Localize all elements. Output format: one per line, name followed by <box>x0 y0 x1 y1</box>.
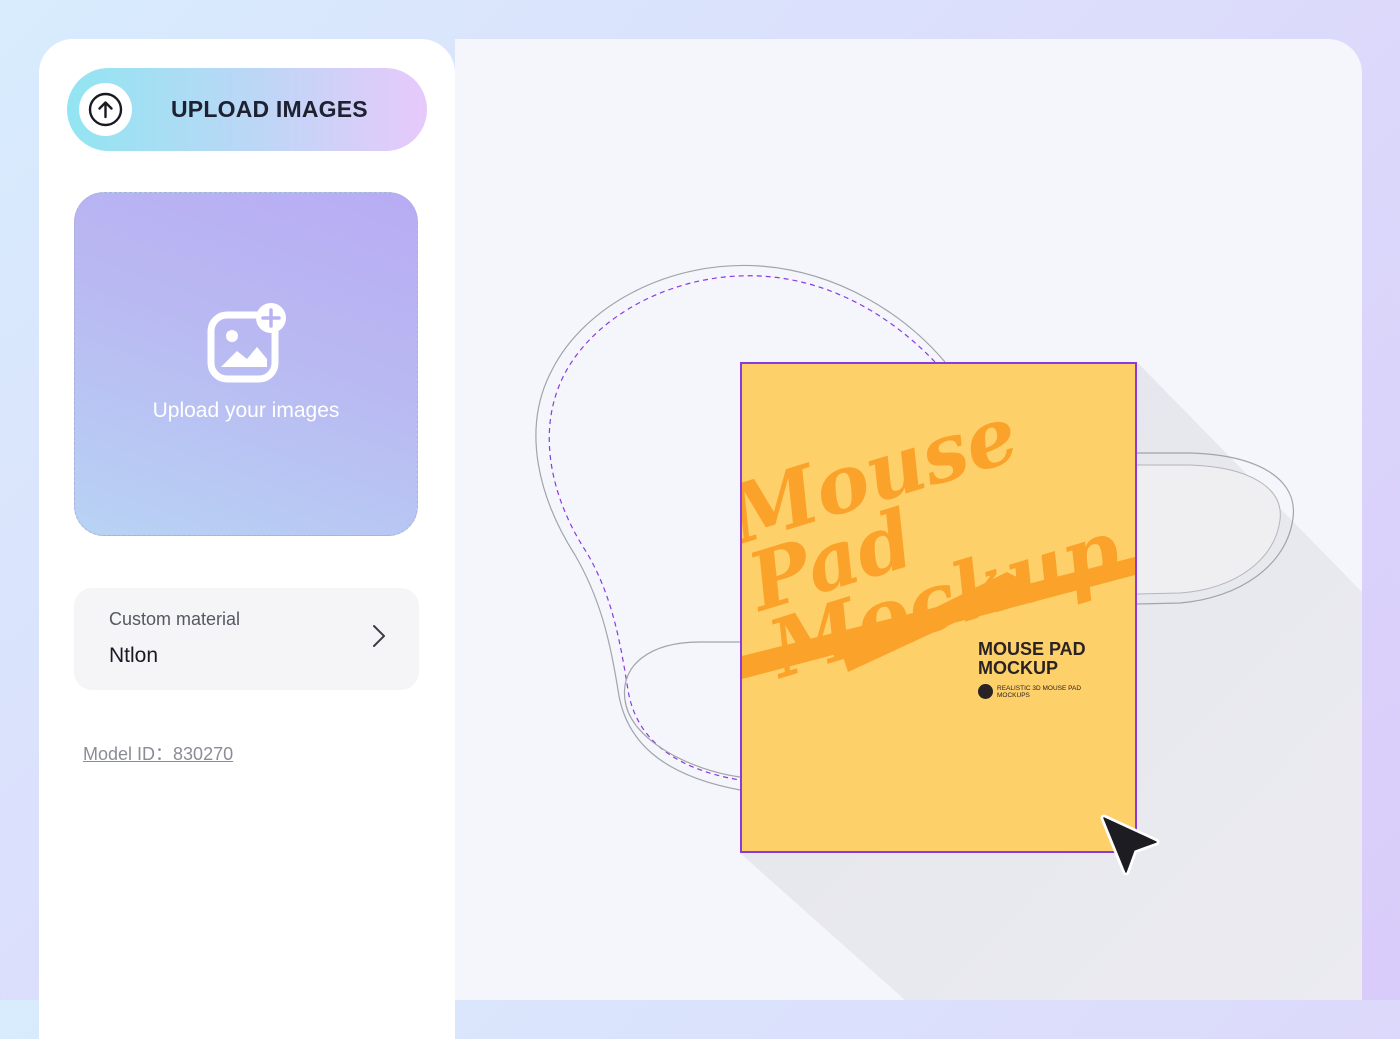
artwork-preview[interactable]: Mouse Pad Mockup MOUSE PAD MOCKUP REALIS… <box>740 362 1137 853</box>
image-dropzone[interactable]: Upload your images <box>74 192 418 536</box>
material-value: Ntlon <box>109 644 159 667</box>
pointer-cursor-icon <box>1100 814 1160 876</box>
model-id-value: 830270 <box>173 744 234 764</box>
image-plus-icon <box>207 303 286 383</box>
upload-images-label: UPLOAD IMAGES <box>171 96 368 122</box>
artwork-tagline: REALISTIC 3D MOUSE PAD MOCKUPS <box>997 684 1082 699</box>
arrow-up-circle-icon <box>88 92 123 127</box>
model-id-link[interactable]: Model ID：830270 <box>83 740 233 766</box>
upload-images-button[interactable]: UPLOAD IMAGES <box>67 68 427 151</box>
dropzone-text: Upload your images <box>152 399 340 422</box>
custom-material-selector[interactable]: Custom material Ntlon <box>74 588 419 690</box>
model-id-label: Model ID： <box>83 744 174 764</box>
chevron-right-icon <box>373 625 385 647</box>
artwork-tag: REALISTIC 3D MOUSE PAD MOCKUPS <box>978 684 1087 699</box>
left-panel: UPLOAD IMAGES Upload your images Custom … <box>39 39 455 1039</box>
upload-icon-circle <box>79 83 132 136</box>
artwork-graphic: Mouse Pad Mockup <box>742 386 1135 697</box>
material-title: Custom material <box>109 609 241 629</box>
artwork-subtitle: MOUSE PAD MOCKUP <box>978 639 1086 678</box>
brand-logo-icon <box>978 684 993 699</box>
